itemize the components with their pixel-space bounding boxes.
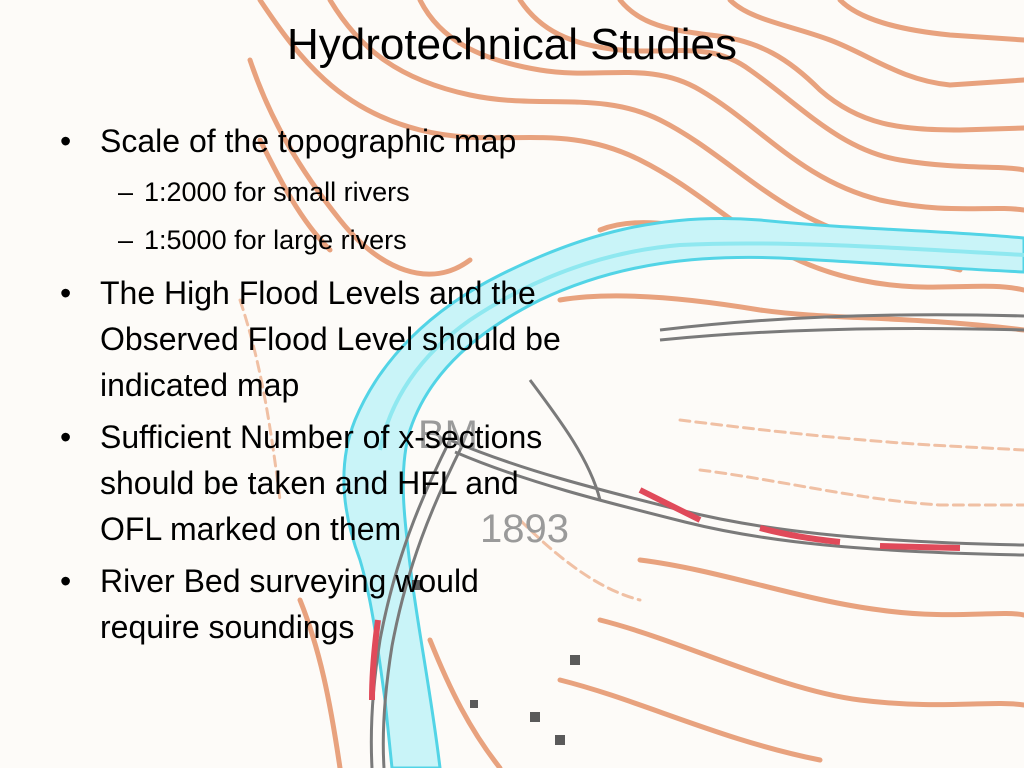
- bullet-text-line: require soundings: [100, 609, 355, 645]
- slide: BM 1893 Hydrotechnical Studies • Scale o…: [0, 0, 1024, 768]
- sub-bullet-text: 1:5000 for large rivers: [144, 225, 407, 255]
- bullet-text-line: Observed Flood Level should be: [100, 321, 561, 357]
- bullet-text-line: River Bed surveying would: [100, 563, 479, 599]
- bullet-item: • The High Flood Levels and the Observed…: [60, 270, 700, 408]
- sub-bullet-text: 1:2000 for small rivers: [144, 177, 410, 207]
- sub-bullet-item: – 1:5000 for large rivers: [100, 216, 700, 264]
- bullet-item: • Sufficient Number of x-sections should…: [60, 414, 700, 552]
- sub-bullet-list: – 1:2000 for small rivers – 1:5000 for l…: [100, 168, 700, 264]
- bullet-text-line: OFL marked on them: [100, 511, 402, 547]
- bullet-list: • Scale of the topographic map – 1:2000 …: [60, 118, 700, 656]
- bullet-marker: •: [60, 123, 72, 159]
- bullet-text-line: Sufficient Number of x-sections: [100, 419, 543, 455]
- slide-title: Hydrotechnical Studies: [286, 20, 737, 69]
- bullet-item: • Scale of the topographic map – 1:2000 …: [60, 118, 700, 264]
- sub-bullet-marker: –: [118, 225, 134, 255]
- bullet-text: Scale of the topographic map: [100, 123, 517, 159]
- sub-bullet-marker: –: [118, 177, 134, 207]
- bullet-marker: •: [60, 275, 72, 311]
- bullet-marker: •: [60, 419, 72, 455]
- sub-bullet-item: – 1:2000 for small rivers: [100, 168, 700, 216]
- bullet-marker: •: [60, 563, 72, 599]
- bullet-text-line: The High Flood Levels and the: [100, 275, 536, 311]
- bullet-text-line: should be taken and HFL and: [100, 465, 519, 501]
- bullet-text-line: indicated map: [100, 367, 300, 403]
- bullet-item: • River Bed surveying would require soun…: [60, 558, 700, 650]
